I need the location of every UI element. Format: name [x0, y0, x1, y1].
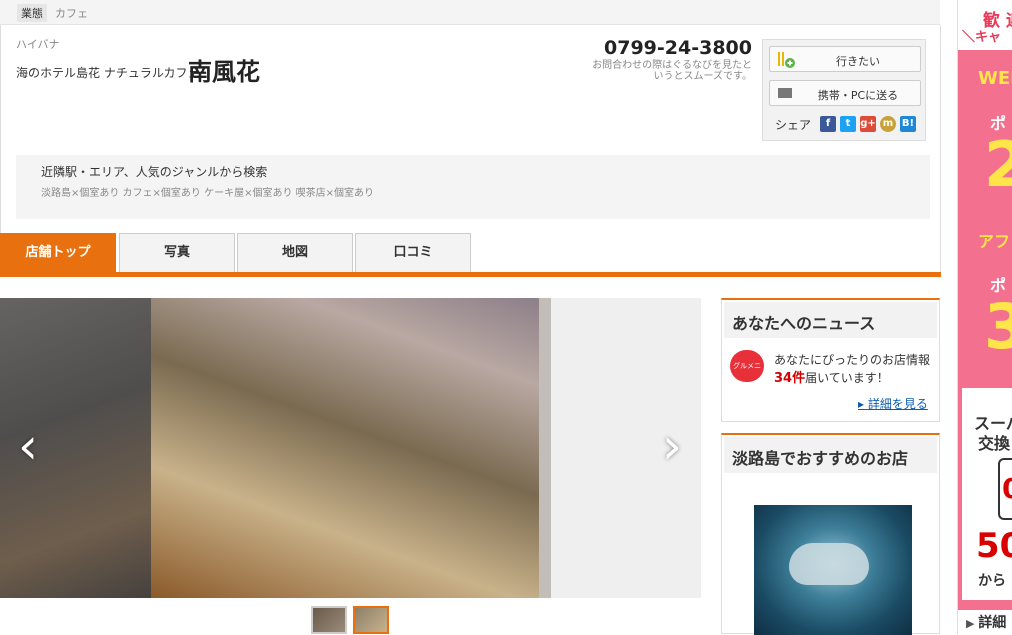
fork-knife-plus-icon	[778, 52, 795, 68]
nearby-search-tags[interactable]: 淡路島×個室あり カフェ×個室あり ケーキ屋×個室あり 喫茶店×個室あり	[41, 184, 374, 199]
mixi-icon[interactable]: m	[880, 116, 896, 132]
tab-underline	[0, 272, 941, 277]
action-box: 行きたい 携帯・PCに送る シェア f t g+ m B!	[762, 39, 926, 141]
genre-label: 業態	[17, 4, 47, 22]
recommend-panel: 淡路島でおすすめのお店	[721, 433, 940, 635]
ad-big-number-2: 3	[984, 290, 1012, 363]
gallery-thumbnail[interactable]	[311, 606, 347, 634]
ad-header-line2: ＼キャ	[962, 30, 1002, 45]
main-column: 業態 カフェ ハイバナ 海のホテル島花 ナチュラルカフェ 南風花 0799-24…	[0, 0, 942, 635]
send-to-device-label: 携帯・PCに送る	[817, 89, 899, 102]
google-plus-icon[interactable]: g+	[860, 116, 876, 132]
ad-kara: から	[978, 573, 1006, 589]
genre-bar: 業態 カフェ	[0, 0, 940, 25]
shop-name: 南風花	[188, 58, 260, 86]
want-to-go-label: 行きたい	[836, 55, 880, 68]
ad-web: WEB	[978, 68, 1012, 89]
news-text-after: 届いています！	[805, 371, 889, 385]
want-to-go-button[interactable]: 行きたい	[769, 46, 921, 72]
phone-number[interactable]: 0799-24-3800	[600, 37, 752, 59]
ad-detail-link[interactable]: 詳細	[966, 612, 1006, 632]
tab-shop-top[interactable]: 店舗トップ	[0, 233, 116, 272]
ad-affiliate: アフ	[978, 232, 1011, 251]
shop-furigana: ハイバナ	[16, 38, 60, 51]
shop-subtitle: 海のホテル島花 ナチュラルカフェ	[16, 66, 200, 80]
shop-tabs: 店舗トップ 写真 地図 口コミ	[0, 233, 941, 275]
news-panel: あなたへのニュース グルメニュース あなたにぴったりのお店情報 34件届いていま…	[721, 298, 940, 422]
twitter-icon[interactable]: t	[840, 116, 856, 132]
nearby-search-title: 近隣駅・エリア、人気のジャンルから検索	[41, 165, 268, 179]
side-banner-ad[interactable]: 歓 迎 ＼キャ WEB ポ 2 アフ ポ 3 スーパ 交換 0 50 から 詳細	[957, 0, 1012, 634]
news-count: 34件	[774, 371, 806, 386]
ad-card-text: 0	[1002, 472, 1012, 505]
photo-gallery: ‹ ›	[0, 298, 701, 598]
ad-header: 歓 迎 ＼キャ	[958, 0, 1012, 50]
facebook-icon[interactable]: f	[820, 116, 836, 132]
news-title: あなたへのニュース	[724, 302, 937, 338]
envelope-icon	[778, 88, 792, 98]
hatena-bookmark-icon[interactable]: B!	[900, 116, 916, 132]
share-label: シェア	[775, 118, 812, 132]
gallery-thumbnail-selected[interactable]	[353, 606, 389, 634]
news-detail-link[interactable]: 詳細を見る	[858, 395, 928, 412]
recommend-shop-photo[interactable]	[754, 505, 912, 635]
tab-photos[interactable]: 写真	[119, 233, 235, 272]
send-to-device-button[interactable]: 携帯・PCに送る	[769, 80, 921, 106]
gallery-prev-arrow-icon[interactable]: ‹	[8, 416, 48, 476]
tab-map[interactable]: 地図	[237, 233, 353, 272]
ad-big-number-1: 2	[984, 128, 1012, 201]
genre-value: カフェ	[55, 7, 88, 20]
ad-body: WEB ポ 2 アフ ポ 3 スーパ 交換 0 50 から	[958, 50, 1012, 610]
tab-reviews[interactable]: 口コミ	[355, 233, 471, 272]
nearby-search-box: 近隣駅・エリア、人気のジャンルから検索 淡路島×個室あり カフェ×個室あり ケー…	[16, 155, 930, 219]
gourmet-news-icon: グルメニュース	[730, 350, 764, 402]
phone-note: お問合わせの際はぐるなびを見たというとスムーズです。	[592, 60, 752, 82]
ad-fifty: 50	[976, 526, 1012, 566]
recommend-title: 淡路島でおすすめのお店	[724, 437, 937, 473]
ad-exchange: 交換	[978, 434, 1011, 453]
news-text-before: あなたにぴったりのお店情報	[774, 353, 931, 367]
gallery-photo-main[interactable]	[151, 298, 539, 598]
news-text: あなたにぴったりのお店情報 34件届いています！	[774, 351, 936, 388]
gallery-next-arrow-icon[interactable]: ›	[652, 416, 692, 476]
